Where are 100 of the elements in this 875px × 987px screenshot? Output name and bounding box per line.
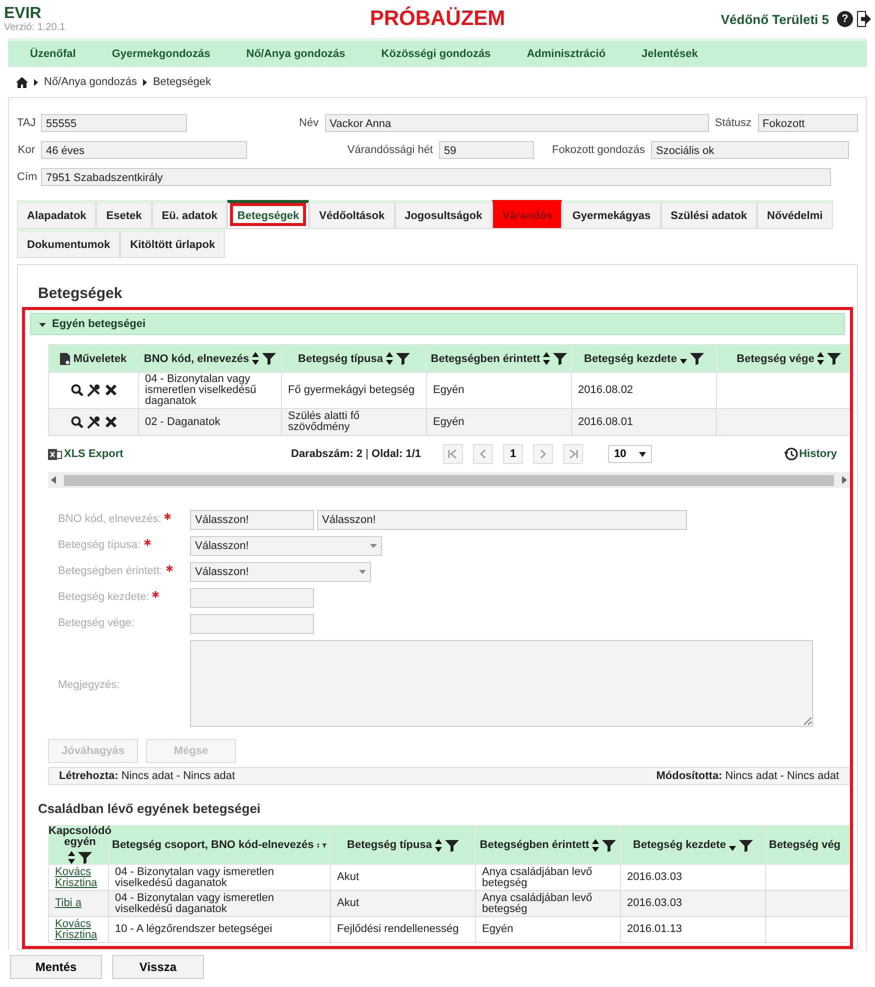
search-icon[interactable] [70,416,82,428]
tools-icon[interactable] [86,416,100,429]
nav-menu-item[interactable]: Üzenőfal [30,48,76,60]
field-label: Státusz [714,117,752,130]
section-header[interactable]: Egyén betegségei [30,313,845,336]
caret-down-icon [39,320,46,328]
pager-button[interactable] [473,444,494,464]
modified-by-text: Módosította: Nincs adat - Nincs adat [656,770,839,782]
sort-icon[interactable] [592,838,600,852]
column-header[interactable]: Betegségben érintett [426,344,572,373]
sort-icon[interactable] [817,352,824,366]
filter-icon[interactable] [396,352,410,366]
history-link[interactable]: History [784,447,837,462]
delete-icon[interactable] [104,384,116,396]
readonly-field: Szociális ok [651,141,849,159]
tab[interactable]: Gyermekágyas [562,200,661,230]
field-label: Betegségben érintett: [48,562,190,578]
column-header[interactable]: Betegség kezdete [572,344,716,373]
chevron-right-icon [142,78,147,86]
input-field[interactable] [190,614,314,634]
footer-button[interactable]: Mentés [10,955,102,979]
table-cell: 2016.08.01 [572,408,716,436]
field-label: BNO kód, elnevezés: [48,510,190,526]
tab[interactable]: Dokumentumok [17,229,120,258]
filter-icon[interactable] [78,851,92,864]
table-cell: Egyén [426,408,572,436]
table-cell: 02 - Daganatok [138,408,282,436]
field-label: Név [298,117,319,130]
dropdown[interactable]: Válasszon! [190,536,382,556]
input-field[interactable] [190,588,314,608]
pager-button[interactable] [443,444,464,464]
tab[interactable]: Kitöltött űrlapok [120,229,226,258]
help-button[interactable]: ? [837,11,853,27]
breadcrumb-item[interactable]: Betegségek [152,76,212,88]
page-number-button[interactable]: 1 [503,444,524,464]
tab[interactable]: Eü. adatok [152,200,228,230]
field-label: Várandóssági hét [346,144,433,156]
section-title: Egyén betegségei [52,318,146,330]
tab[interactable]: Esetek [96,200,152,230]
dropdown[interactable]: Válasszon! [190,562,371,582]
caret-down-icon [370,544,377,548]
filter-icon[interactable] [553,352,568,366]
spreadsheet-icon [48,448,62,461]
column-header[interactable]: Betegség vége [716,344,850,373]
readonly-field: 46 éves [41,141,247,159]
column-header[interactable]: Betegség típusa [330,826,476,865]
sort-icon[interactable] [252,352,260,366]
pager-button[interactable] [563,444,584,464]
caret-down-icon [639,452,646,457]
sort-icon[interactable] [434,838,442,852]
tab[interactable]: Jogosultságok [394,200,492,230]
readonly-field: Vackor Anna [324,114,709,132]
search-icon[interactable] [70,384,82,396]
column-header[interactable]: Kapcsolódó egyén [48,826,108,865]
filter-icon[interactable] [262,352,276,366]
filter-icon[interactable] [690,352,704,366]
nav-menu-item[interactable]: Adminisztráció [526,48,606,60]
logout-icon[interactable] [857,11,871,27]
filter-icon[interactable] [602,838,616,852]
table-cell: Egyén [476,916,620,943]
tools-icon[interactable] [86,384,100,398]
input-field[interactable]: Válasszon! [317,510,687,530]
nav-menu-item[interactable]: Közösségi gondozás [381,48,491,60]
field-label: Kor [17,144,35,156]
tab[interactable]: Nővédelmi [757,200,833,230]
sort-icon[interactable] [386,352,393,366]
tab[interactable]: Szülési adatok [660,200,758,230]
column-header[interactable]: Betegség kezdete [620,826,766,865]
filter-icon[interactable] [827,352,842,366]
sort-icon[interactable] [543,352,550,366]
nav-menu-item[interactable]: Jelentések [642,48,698,60]
column-header[interactable]: BNO kód, elnevezés [138,344,282,373]
column-header[interactable]: Betegségben érintett [476,826,620,865]
table-cell: 2016.01.13 [620,916,766,943]
nav-menu-item[interactable]: Gyermekgondozás [112,48,210,60]
tab[interactable]: Betegségek [227,200,310,230]
field-label: Fokozott gondozás [551,144,645,156]
pagination-summary: Darabszám: 2 | Oldal: 1/1 [291,448,422,460]
input-field[interactable]: Válasszon! [190,510,314,530]
sort-descending-icon[interactable] [680,359,687,364]
sort-icon[interactable] [68,851,75,864]
footer-button[interactable]: Vissza [112,955,204,979]
tab[interactable]: Alapadatok [17,200,96,230]
nav-menu-item[interactable]: Nő/Anya gondozás [246,48,346,60]
filter-icon[interactable] [738,838,753,852]
breadcrumb-item[interactable]: Nő/Anya gondozás [44,76,137,88]
column-header[interactable]: Műveletek [48,344,138,373]
delete-icon[interactable] [104,416,116,428]
filter-icon[interactable] [444,838,459,852]
home-icon[interactable] [16,76,28,88]
page-size-dropdown[interactable]: 10 [608,445,652,464]
column-header[interactable]: Betegség típusa [282,344,426,373]
scroll-right-icon [842,476,847,484]
column-header[interactable]: Betegség vég [766,826,850,865]
sort-descending-icon[interactable] [728,846,736,851]
horizontal-scrollbar[interactable] [48,472,850,488]
pager-button[interactable] [533,444,554,464]
tab[interactable]: Védőoltások [309,200,395,230]
xls-export-link[interactable]: XLS Export [48,448,291,461]
test-mode-title: PRÓBAÜZEM [370,7,506,31]
